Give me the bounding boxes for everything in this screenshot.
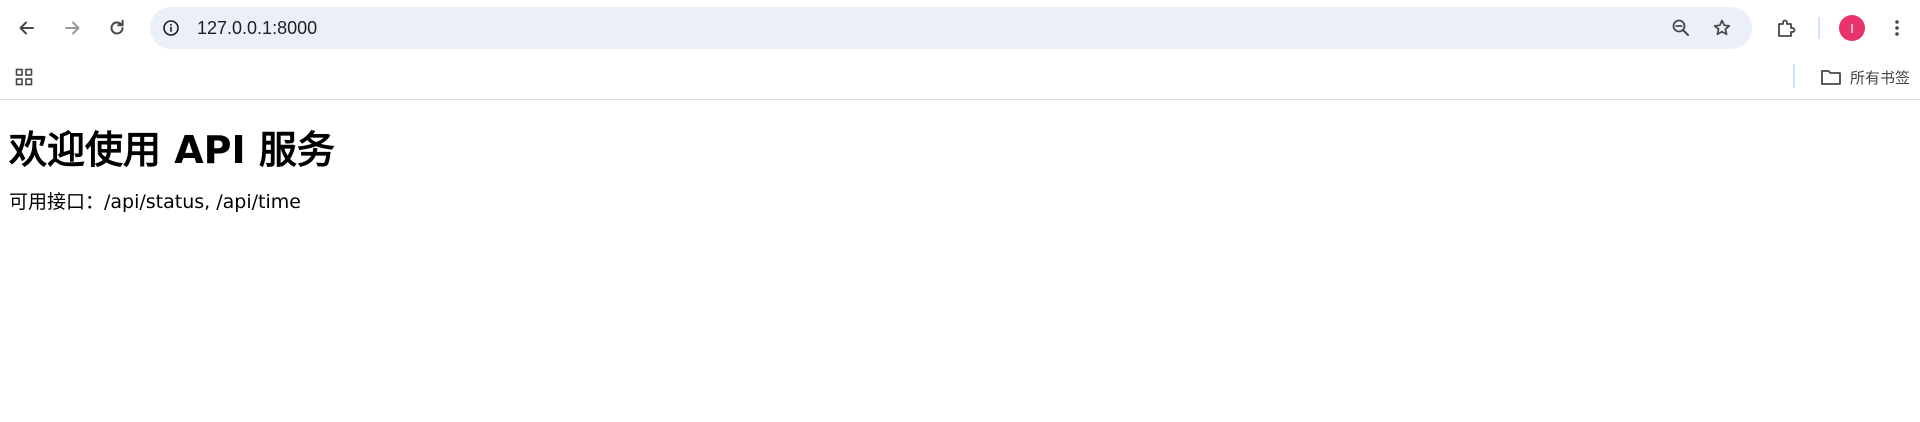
all-bookmarks-button[interactable]: 所有书签 <box>1820 63 1910 91</box>
folder-icon <box>1821 70 1841 85</box>
toolbar-divider <box>1818 17 1820 39</box>
reload-icon <box>110 19 124 35</box>
apps-button[interactable] <box>6 59 42 95</box>
endpoints-description: 可用接口：/api/status, /api/time <box>9 191 301 213</box>
kebab-menu-icon <box>1895 20 1899 36</box>
page-content: 欢迎使用 API 服务 可用接口：/api/status, /api/time <box>9 100 1909 214</box>
arrow-right-icon <box>65 21 80 35</box>
browser-menu-button[interactable] <box>1879 10 1915 46</box>
star-icon <box>1713 19 1731 36</box>
extensions-button[interactable] <box>1768 10 1804 46</box>
bookmarks-divider <box>1793 64 1795 88</box>
forward-button[interactable] <box>54 10 90 46</box>
apps-grid-icon <box>15 68 33 86</box>
info-icon <box>163 20 179 36</box>
puzzle-icon <box>1778 19 1796 37</box>
zoom-button[interactable] <box>1666 13 1696 43</box>
bookmark-star-button[interactable] <box>1707 13 1737 43</box>
bookmarks-bar: 所有书签 <box>0 55 1920 100</box>
address-bar[interactable]: 127.0.0.1:8000 <box>150 7 1752 49</box>
page-heading: 欢迎使用 API 服务 <box>9 128 335 172</box>
url-text[interactable]: 127.0.0.1:8000 <box>197 7 317 49</box>
zoom-out-icon <box>1672 19 1689 36</box>
profile-avatar[interactable]: I <box>1839 15 1865 41</box>
arrow-left-icon <box>19 21 34 35</box>
back-button[interactable] <box>9 10 45 46</box>
site-info-button[interactable] <box>156 13 186 43</box>
all-bookmarks-label: 所有书签 <box>1849 69 1910 87</box>
browser-toolbar: 127.0.0.1:8000 I <box>0 0 1920 55</box>
reload-button[interactable] <box>99 10 135 46</box>
